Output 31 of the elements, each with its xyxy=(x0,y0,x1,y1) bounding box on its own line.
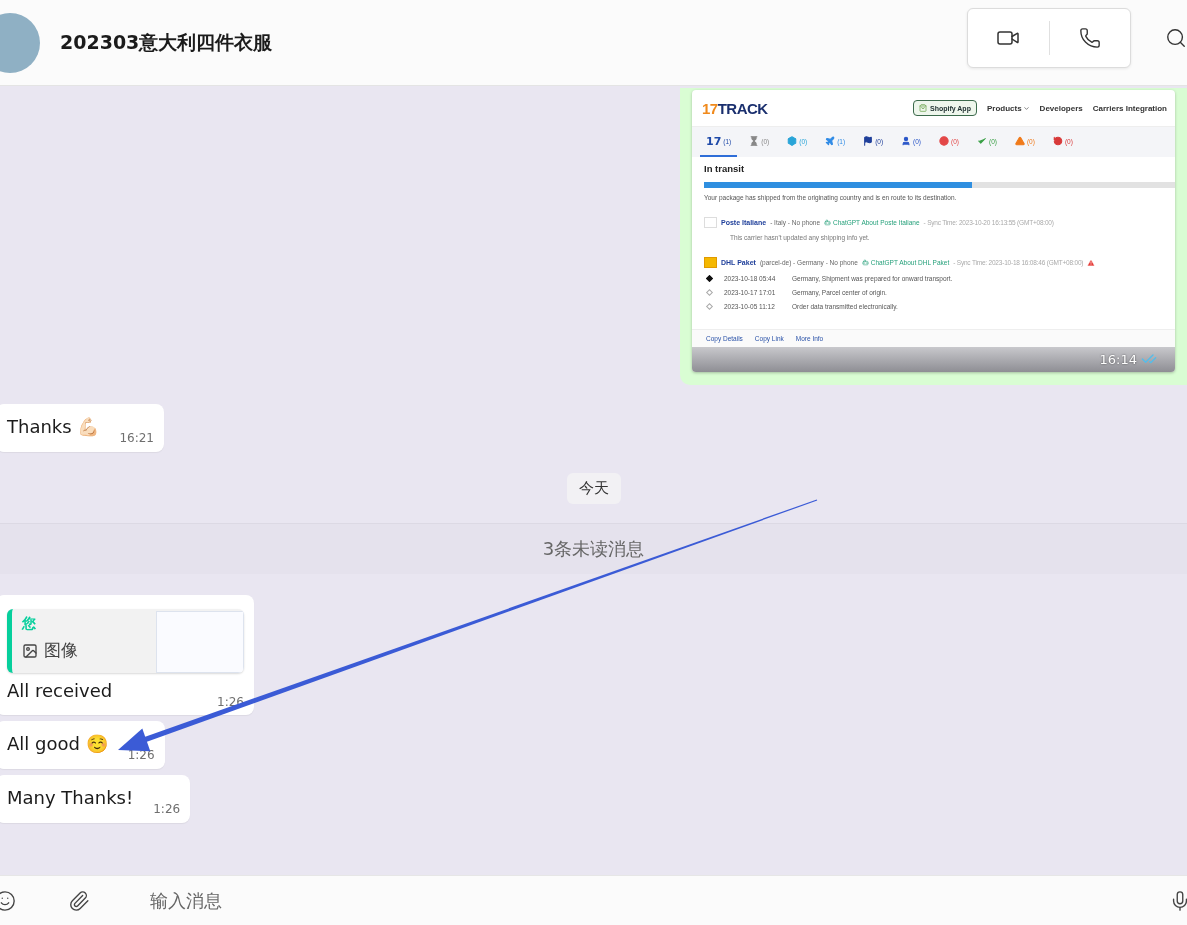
message-text: All received xyxy=(7,679,113,703)
status-title: In transit xyxy=(704,163,746,174)
carrier-logo-icon xyxy=(704,257,717,268)
quote-author: 您 xyxy=(22,615,37,633)
search-icon xyxy=(1165,26,1187,49)
attach-button[interactable] xyxy=(68,889,90,912)
carrier-logo-icon xyxy=(704,217,717,228)
nav-link[interactable]: Developers xyxy=(1039,103,1083,113)
message-time: 1:26 xyxy=(127,748,155,762)
date-separator: 今天 xyxy=(566,473,621,504)
message-text: All good ☺ xyxy=(7,732,108,756)
search-button[interactable] xyxy=(1165,26,1187,49)
image-icon xyxy=(22,642,38,659)
nav-menu[interactable]: Products xyxy=(986,103,1030,113)
smiley-icon xyxy=(0,889,16,912)
emoji-button[interactable] xyxy=(0,889,16,912)
message-text: Thanks 💪🏻 xyxy=(7,415,100,439)
unread-count-text: 3条未读消息 xyxy=(542,537,645,561)
logo: 17TRACK xyxy=(702,99,768,117)
paperclip-icon xyxy=(68,889,90,912)
caret-icon xyxy=(1022,104,1030,112)
message-time: 16:21 xyxy=(119,431,154,445)
chat-title: 202303意大利四件衣服 xyxy=(60,29,274,55)
bag-icon xyxy=(918,104,927,112)
phone-icon xyxy=(1078,26,1101,49)
quote-label: 图像 xyxy=(22,639,78,662)
quoted-message[interactable]: 您 图像 xyxy=(7,609,244,673)
message-time: 16:14 xyxy=(1099,351,1137,367)
nav-link[interactable]: Carriers Integration xyxy=(1092,103,1167,113)
message-time: 1:26 xyxy=(153,802,181,816)
message-text: Many Thanks! xyxy=(7,786,134,810)
